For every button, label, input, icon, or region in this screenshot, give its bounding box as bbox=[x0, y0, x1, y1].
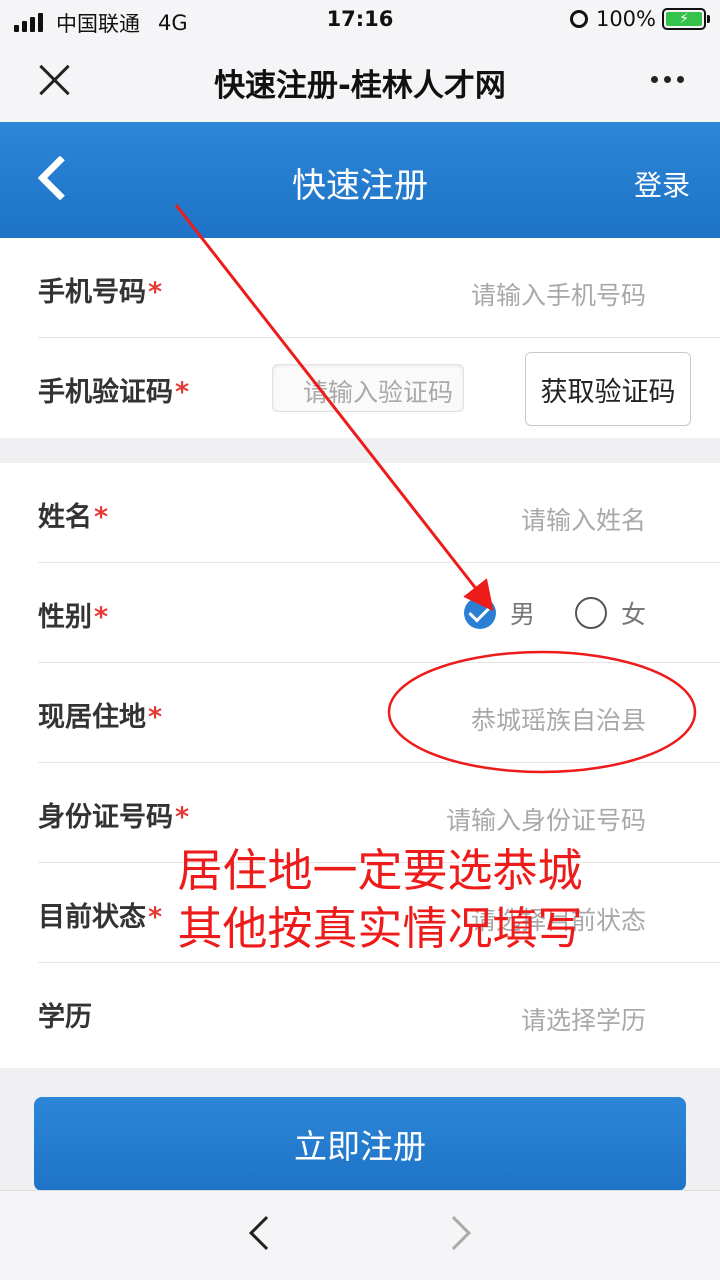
gender-radio-group: 男 女 bbox=[463, 595, 646, 631]
phone-input[interactable]: 请输入手机号码 bbox=[471, 276, 646, 312]
browser-bottom-nav bbox=[0, 1190, 720, 1280]
get-code-button[interactable]: 获取验证码 bbox=[525, 352, 691, 426]
gender-female-radio[interactable] bbox=[574, 597, 607, 629]
gender-male-label[interactable]: 男 bbox=[510, 595, 535, 631]
required-mark: * bbox=[175, 802, 190, 833]
education-row: 学历 请选择学历 bbox=[38, 963, 720, 1063]
phone-verification-card: 手机号码* 请输入手机号码 手机验证码* 请输入验证码 获取验证码 bbox=[0, 238, 720, 438]
code-label: 手机验证码 bbox=[38, 377, 173, 408]
required-mark: * bbox=[148, 277, 163, 308]
education-label: 学历 bbox=[38, 1002, 92, 1033]
residence-row: 现居住地* 恭城瑶族自治县 bbox=[38, 663, 720, 763]
annotation-text-line2: 其他按真实情况填写 bbox=[177, 902, 583, 955]
name-label: 姓名 bbox=[38, 502, 92, 533]
required-mark: * bbox=[94, 502, 109, 533]
status-bar: 中国联通 4G 17:16 100% ⚡ bbox=[0, 0, 720, 40]
gender-female-label[interactable]: 女 bbox=[621, 595, 646, 631]
nav-back-icon[interactable] bbox=[249, 1216, 283, 1250]
phone-label: 手机号码 bbox=[38, 277, 146, 308]
name-row: 姓名* 请输入姓名 bbox=[38, 463, 720, 563]
more-options-icon[interactable] bbox=[645, 76, 684, 83]
code-input[interactable]: 请输入验证码 bbox=[272, 364, 464, 412]
education-select[interactable]: 请选择学历 bbox=[521, 1001, 646, 1037]
required-mark: * bbox=[94, 602, 109, 633]
login-link[interactable]: 登录 bbox=[634, 164, 690, 204]
phone-row: 手机号码* 请输入手机号码 bbox=[38, 238, 720, 338]
alarm-icon bbox=[569, 10, 588, 28]
residence-label: 现居住地 bbox=[38, 702, 146, 733]
battery-icon: ⚡ bbox=[662, 8, 710, 30]
required-mark: * bbox=[175, 377, 190, 408]
required-mark: * bbox=[148, 702, 163, 733]
personal-info-card: 姓名* 请输入姓名 性别* 男 女 现居住地* 恭城瑶族自治县 身份证号码* 请… bbox=[0, 463, 720, 1068]
nav-forward-icon[interactable] bbox=[437, 1216, 471, 1250]
name-input[interactable]: 请输入姓名 bbox=[521, 501, 646, 537]
app-header: 快速注册 登录 bbox=[0, 122, 720, 238]
gender-label: 性别 bbox=[38, 602, 92, 633]
browser-title-bar: 快速注册-桂林人才网 bbox=[0, 40, 720, 122]
gender-row: 性别* 男 女 bbox=[38, 563, 720, 663]
code-placeholder: 请输入验证码 bbox=[303, 378, 454, 407]
register-button[interactable]: 立即注册 bbox=[34, 1097, 686, 1191]
residence-select[interactable]: 恭城瑶族自治县 bbox=[471, 701, 646, 737]
annotation-text-line1: 居住地一定要选恭城 bbox=[177, 844, 583, 897]
page-title: 快速注册 bbox=[292, 166, 428, 206]
id-number-label: 身份证号码 bbox=[38, 802, 173, 833]
id-number-input[interactable]: 请输入身份证号码 bbox=[446, 801, 646, 837]
code-row: 手机验证码* 请输入验证码 获取验证码 bbox=[38, 338, 720, 438]
battery-percent: 100% bbox=[595, 7, 656, 31]
gender-male-radio[interactable] bbox=[463, 597, 496, 629]
browser-title: 快速注册-桂林人才网 bbox=[214, 68, 506, 104]
